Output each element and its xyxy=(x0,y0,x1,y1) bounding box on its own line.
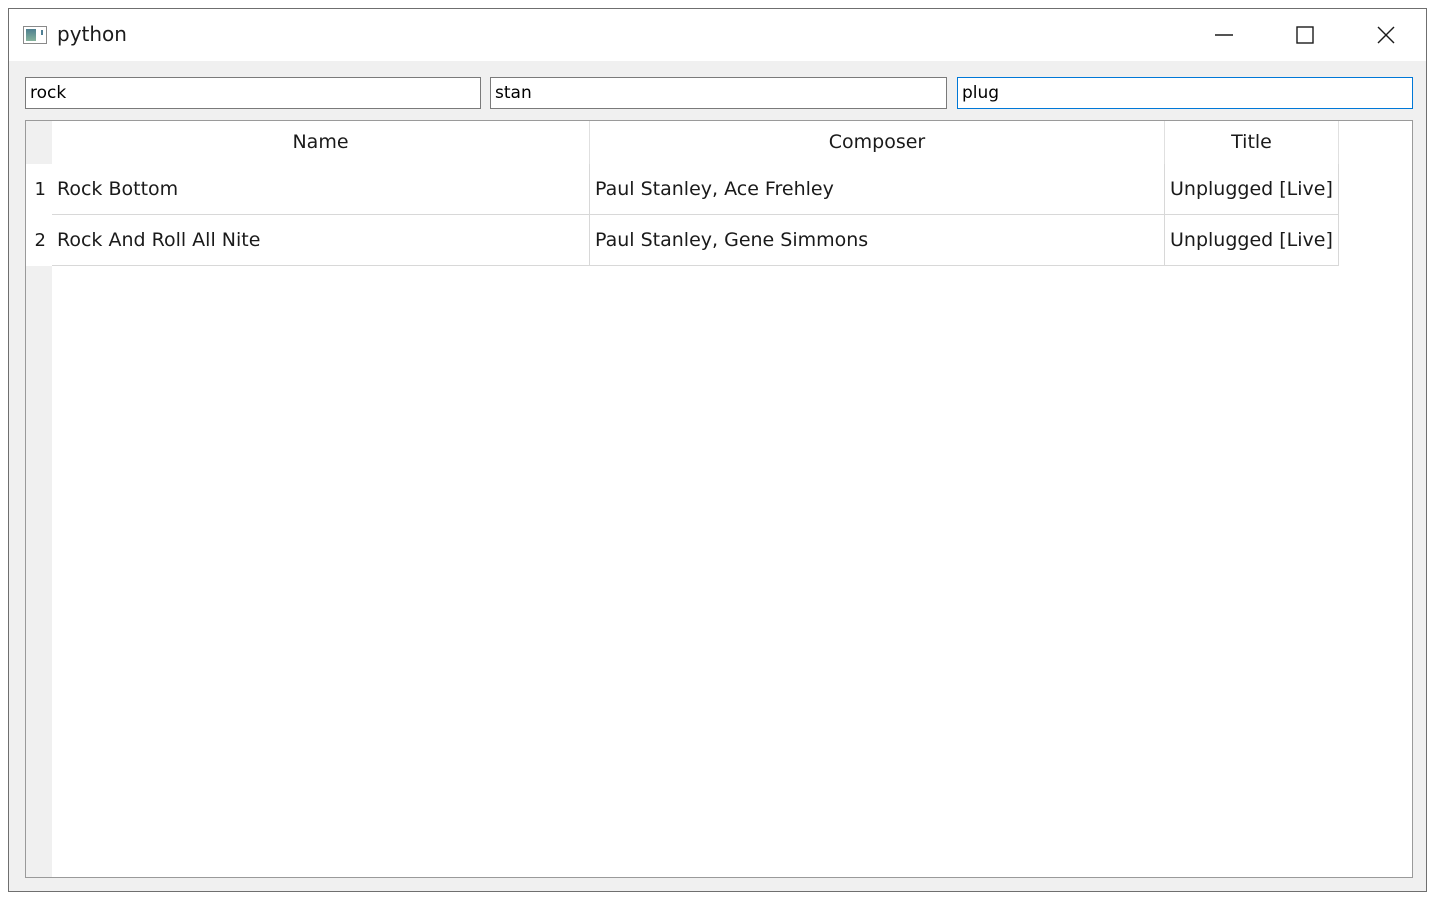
title-bar[interactable]: python xyxy=(9,9,1426,61)
column-header-title[interactable]: Title xyxy=(1165,121,1339,164)
table-corner-button[interactable] xyxy=(26,121,52,164)
table-cell-name[interactable]: Rock Bottom xyxy=(52,164,590,215)
app-icon xyxy=(23,26,47,44)
results-table[interactable]: Name Composer Title 1 Rock Bottom Paul S… xyxy=(25,120,1413,878)
column-header-composer[interactable]: Composer xyxy=(590,121,1165,164)
app-window: python Name Composer Title 1 Rock Bottom xyxy=(8,8,1427,892)
table-cell-title[interactable]: Unplugged [Live] xyxy=(1165,164,1339,215)
composer-filter-input[interactable] xyxy=(490,77,947,109)
table-cell-name[interactable]: Rock And Roll All Nite xyxy=(52,215,590,266)
close-button[interactable] xyxy=(1346,9,1426,61)
close-icon xyxy=(1377,26,1395,44)
window-title: python xyxy=(57,22,127,46)
maximize-button[interactable] xyxy=(1265,9,1345,61)
row-header[interactable]: 2 xyxy=(26,215,52,266)
minimize-icon xyxy=(1215,34,1233,36)
name-filter-input[interactable] xyxy=(25,77,481,109)
table-cell-composer[interactable]: Paul Stanley, Ace Frehley xyxy=(590,164,1165,215)
title-filter-input[interactable] xyxy=(957,77,1413,109)
column-header-name[interactable]: Name xyxy=(52,121,590,164)
maximize-icon xyxy=(1296,26,1314,44)
table-cell-title[interactable]: Unplugged [Live] xyxy=(1165,215,1339,266)
table-cell-composer[interactable]: Paul Stanley, Gene Simmons xyxy=(590,215,1165,266)
minimize-button[interactable] xyxy=(1184,9,1264,61)
row-header[interactable]: 1 xyxy=(26,164,52,215)
